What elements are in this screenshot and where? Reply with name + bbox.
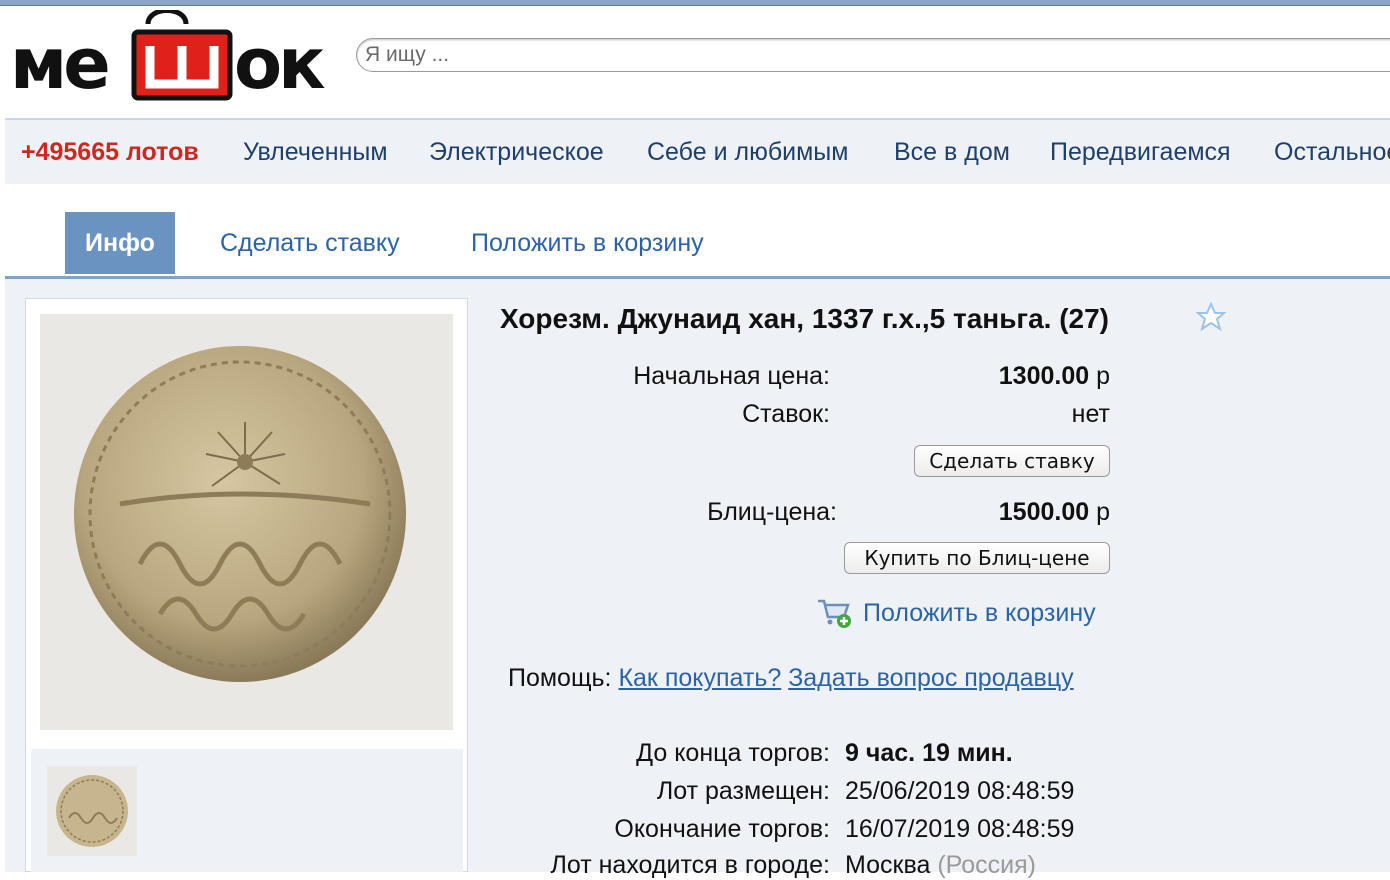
ask-seller-link[interactable]: Задать вопрос продавцу [788, 664, 1073, 692]
start-price-amount: 1300.00 [998, 362, 1090, 390]
svg-text:ме: ме [10, 23, 108, 105]
posted-label: Лот размещен: [656, 777, 830, 805]
tab-place-bid[interactable]: Сделать ставку [220, 212, 400, 274]
end-value: 16/07/2019 08:48:59 [845, 815, 1075, 843]
blitz-price-value: 1500.00 р [999, 498, 1110, 527]
time-left-value: 9 час. 19 мин. [845, 739, 1013, 767]
bids-value: нет [1071, 400, 1110, 428]
category-home[interactable]: Все в дом [894, 138, 1010, 167]
city-name: Москва [845, 851, 931, 879]
favorite-star-icon[interactable] [1196, 302, 1226, 332]
start-price-label: Начальная цена: [633, 362, 830, 390]
help-row: Помощь: Как покупать? Задать вопрос прод… [508, 664, 1074, 693]
currency-label: р [1096, 362, 1110, 390]
blitz-price-label: Блиц-цена: [707, 498, 837, 526]
tab-add-to-cart[interactable]: Положить в корзину [471, 212, 704, 274]
category-self[interactable]: Себе и любимым [647, 138, 848, 167]
time-left-label: До конца торгов: [636, 739, 830, 767]
blitz-price-amount: 1500.00 [998, 498, 1090, 526]
category-nav: +495665 лотов Увлеченным Электрическое С… [5, 118, 1390, 184]
how-to-buy-link[interactable]: Как покупать? [618, 664, 781, 692]
buy-blitz-button[interactable]: Купить по Блиц-цене [844, 542, 1110, 574]
city-value: Москва (Россия) [845, 851, 1036, 880]
lot-title: Хорезм. Джунаид хан, 1337 г.х.,5 таньга.… [500, 303, 1109, 334]
browser-top-strip [0, 0, 1390, 6]
lots-count-link[interactable]: +495665 лотов [21, 138, 199, 167]
lot-tabs: Инфо Сделать ставку Положить в корзину [5, 212, 1390, 279]
country-name: (Россия) [937, 851, 1036, 879]
place-bid-button[interactable]: Сделать ставку [914, 445, 1110, 477]
category-other[interactable]: Остальное [1274, 138, 1390, 167]
site-logo[interactable]: ме ок [10, 8, 332, 106]
help-label: Помощь: [508, 664, 612, 692]
cart-add-icon [818, 599, 851, 628]
category-hobby[interactable]: Увлеченным [243, 138, 388, 167]
category-electric[interactable]: Электрическое [429, 138, 604, 167]
search-input[interactable] [356, 38, 1390, 72]
main-lot-image[interactable] [40, 314, 453, 730]
bids-label: Ставок: [742, 400, 830, 428]
add-to-cart-label: Положить в корзину [863, 599, 1096, 627]
svg-text:ок: ок [234, 23, 325, 105]
shopping-bag-logo-icon: ме ок [10, 8, 329, 105]
currency-label: р [1096, 498, 1110, 526]
posted-value: 25/06/2019 08:48:59 [845, 777, 1075, 805]
category-transport[interactable]: Передвигаемся [1050, 138, 1231, 167]
start-price-value: 1300.00 р [999, 362, 1110, 391]
lot-thumbnail[interactable] [47, 766, 137, 856]
city-label: Лот находится в городе: [550, 851, 830, 879]
tab-info[interactable]: Инфо [65, 212, 175, 274]
end-label: Окончание торгов: [614, 815, 830, 843]
